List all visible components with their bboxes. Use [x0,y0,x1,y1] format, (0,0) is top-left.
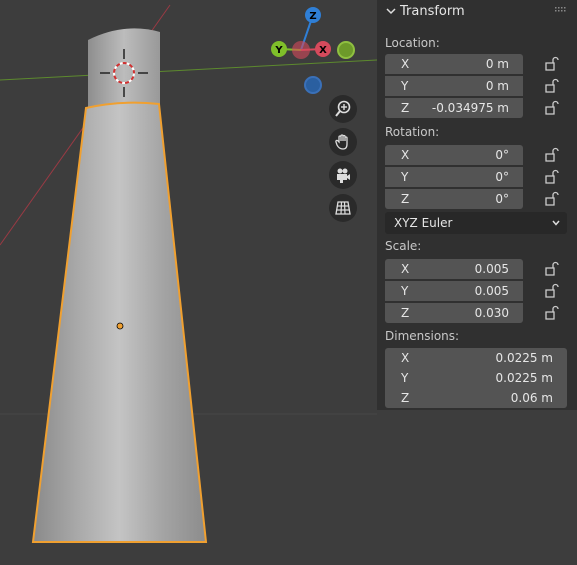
scale-z-field[interactable]: Z 0.030 [385,303,523,323]
field-value: 0.06 m [510,391,553,405]
unlock-icon[interactable] [543,56,559,72]
location-z-field[interactable]: Z -0.034975 m [385,98,523,118]
field-value: -0.034975 m [431,101,509,115]
dimensions-y-field[interactable]: Y 0.0225 m [385,368,567,388]
location-y-field[interactable]: Y 0 m [385,76,523,96]
unlock-icon[interactable] [543,261,559,277]
selected-cone-object [31,101,208,543]
zoom-icon [335,100,351,117]
axis-label: Y [401,284,409,298]
gizmo-y-label: Y [274,45,283,56]
panel-title: Transform [400,4,465,19]
unlock-icon[interactable] [543,78,559,94]
axis-label: X [401,262,410,276]
unlock-icon[interactable] [543,191,559,207]
unlock-icon[interactable] [543,100,559,116]
rotation-mode-value: XYZ Euler [394,216,453,230]
hand-pan-icon [335,134,348,150]
zoom-button[interactable] [329,95,357,123]
navigation-gizmo[interactable]: Z Y X [262,4,362,99]
axis-label: X [401,148,410,162]
axis-label: Y [401,371,409,385]
gizmo-neg-y [337,41,355,59]
scale-x-field[interactable]: X 0.005 [385,259,523,279]
pan-button[interactable] [329,128,357,156]
transform-panel: Transform Location: X 0 m Y 0 m Z -0.034… [377,0,577,410]
grid-view-icon [335,201,351,215]
object-origin [116,322,124,330]
field-value: 0° [495,148,509,162]
unlock-icon[interactable] [543,283,559,299]
dimensions-label: Dimensions: [385,329,460,343]
unlock-icon[interactable] [543,305,559,321]
rotation-x-field[interactable]: X 0° [385,145,523,165]
gizmo-z-label: Z [309,11,316,22]
axis-label: Z [401,391,410,405]
scale-label: Scale: [385,239,422,253]
field-value: 0° [495,170,509,184]
transform-panel-header[interactable]: Transform [377,0,577,24]
axis-label: X [401,57,410,71]
dimensions-z-field[interactable]: Z 0.06 m [385,388,567,408]
drag-grip-icon[interactable] [555,7,567,13]
camera-icon [337,168,350,183]
unlock-icon[interactable] [543,169,559,185]
field-value: 0.005 [474,262,509,276]
field-value: 0.005 [474,284,509,298]
field-value: 0 m [485,79,509,93]
field-value: 0° [495,192,509,206]
axis-label: Y [401,170,409,184]
camera-view-button[interactable] [329,161,357,189]
projection-toggle-button[interactable] [329,194,357,222]
rotation-label: Rotation: [385,125,440,139]
field-value: 0.030 [474,306,509,320]
axis-label: Z [401,306,410,320]
rotation-mode-select[interactable]: XYZ Euler [385,212,567,234]
unlock-icon[interactable] [543,147,559,163]
axis-label: Z [401,192,410,206]
field-value: 0 m [485,57,509,71]
location-x-field[interactable]: X 0 m [385,54,523,74]
dimensions-x-field[interactable]: X 0.0225 m [385,348,567,368]
rotation-y-field[interactable]: Y 0° [385,167,523,187]
gizmo-neg-x [292,41,310,59]
axis-label: Z [401,101,410,115]
chevron-down-icon [552,220,560,226]
field-value: 0.0225 m [495,371,554,385]
chevron-down-icon [386,8,396,15]
gizmo-x-label: X [319,45,327,56]
axis-label: X [401,351,410,365]
gizmo-neg-z [304,76,322,94]
rotation-z-field[interactable]: Z 0° [385,189,523,209]
field-value: 0.0225 m [495,351,554,365]
scale-y-field[interactable]: Y 0.005 [385,281,523,301]
axis-label: Y [401,79,409,93]
location-label: Location: [385,36,440,50]
